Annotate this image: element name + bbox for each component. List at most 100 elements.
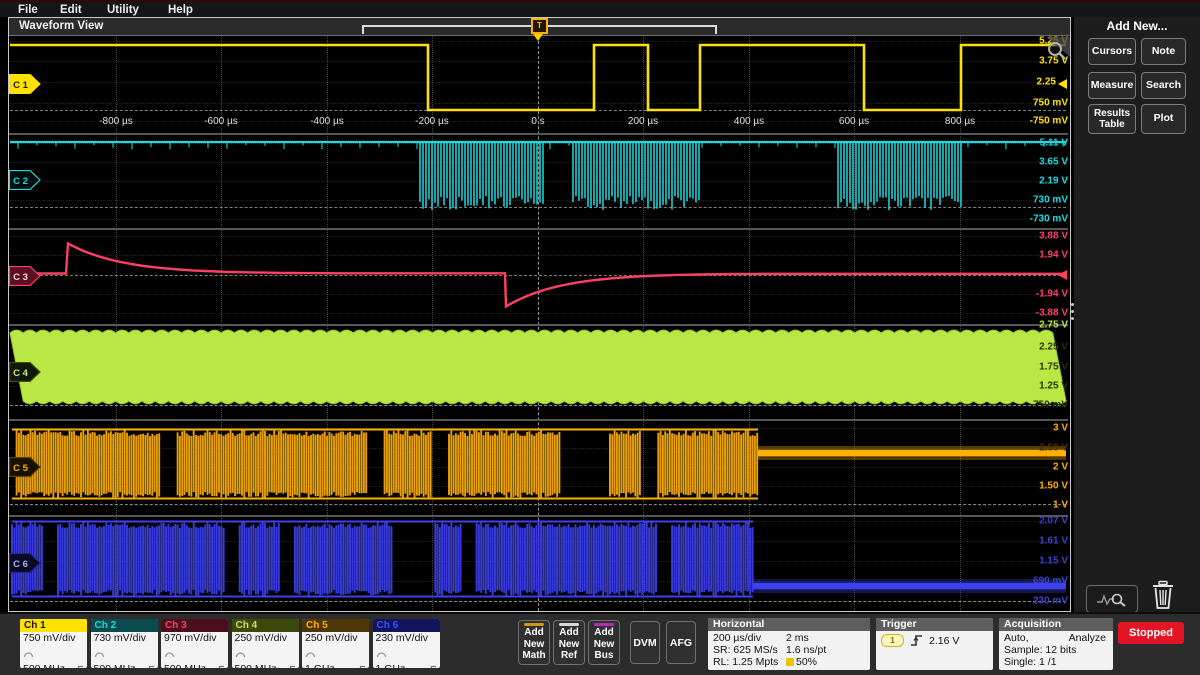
channel-position-marker[interactable]	[1058, 270, 1067, 280]
trigger-source-badge: 1	[881, 634, 904, 647]
afg-button[interactable]: AFG	[666, 621, 696, 664]
channel-card-4[interactable]: Ch 4250 mV/div500 MHz	[232, 619, 299, 668]
channel-card-3[interactable]: Ch 3970 mV/div 500 MHz	[161, 619, 228, 668]
slice-separator	[9, 419, 1068, 421]
add-new-math-button[interactable]: Add New Math	[518, 620, 550, 665]
horizontal-grid-dots	[10, 347, 1066, 348]
probe-icon	[235, 651, 246, 658]
channel-badge-c5[interactable]: C 5	[9, 457, 42, 482]
horizontal-grid-dots	[10, 162, 1066, 163]
bandwidth-limit-icon	[145, 665, 155, 669]
channel-bandwidth: 500 MHz	[94, 663, 136, 668]
axis-label-ch5: 1 V	[1053, 500, 1068, 511]
channel-card-5[interactable]: Ch 5250 mV/div1 GHz	[302, 619, 369, 668]
svg-text:C 6: C 6	[13, 559, 28, 570]
horizontal-grid-dots	[10, 486, 1066, 487]
axis-label-ch4: 750 mV	[1033, 400, 1068, 411]
add-new-ref-button[interactable]: Add New Ref	[553, 620, 585, 665]
trigger-panel[interactable]: Trigger 1 2.16 V	[876, 618, 993, 670]
horizontal-grid-dots	[10, 181, 1066, 182]
channel-badge-c2[interactable]: C 2	[9, 170, 42, 195]
channel-card-2[interactable]: Ch 2730 mV/div500 MHz	[91, 619, 158, 668]
svg-text:C 3: C 3	[13, 272, 28, 283]
axis-label-ch6: 690 mV	[1033, 576, 1068, 587]
svg-text:C 1: C 1	[13, 80, 29, 91]
menu-file[interactable]: File	[18, 4, 38, 16]
probe-icon	[376, 651, 387, 658]
add-measure-button[interactable]: Measure	[1088, 72, 1136, 99]
axis-label-ch1: 2.25	[1037, 77, 1056, 88]
add-note-button[interactable]: Note	[1141, 38, 1186, 65]
channel-badge-c4[interactable]: C 4	[9, 362, 42, 387]
horizontal-panel[interactable]: Horizontal 200 µs/div2 ms SR: 625 MS/s1.…	[708, 618, 870, 670]
axis-label-ch3: 3.88 V	[1039, 231, 1068, 242]
channel-card-title: Ch 3	[161, 619, 228, 632]
probe-icon	[94, 651, 105, 658]
horizontal-window: 2 ms	[786, 632, 809, 644]
bandwidth-limit-icon	[286, 665, 296, 669]
time-axis-label: -400 µs	[310, 116, 344, 127]
horizontal-grid-dots	[10, 294, 1066, 295]
add-cursors-button[interactable]: Cursors	[1088, 38, 1136, 65]
channel-scale: 970 mV/div	[164, 632, 225, 645]
channel-scale: 750 mV/div	[23, 632, 84, 645]
add-results-table-button[interactable]: Results Table	[1088, 104, 1136, 134]
horizontal-grid-dots	[10, 236, 1066, 237]
zoom-mode-button[interactable]	[1086, 585, 1138, 613]
acquisition-single: Single: 1 /1	[1004, 656, 1108, 668]
axis-label-ch4: 2.25 V	[1039, 342, 1068, 353]
channel-badge-c1[interactable]: C 1	[9, 74, 42, 99]
time-axis-label: -600 µs	[204, 116, 238, 127]
add-plot-button[interactable]: Plot	[1141, 104, 1186, 134]
channel-card-6[interactable]: Ch 6230 mV/div1 GHz	[373, 619, 440, 668]
channel-badge-c6[interactable]: C 6	[9, 553, 42, 578]
add-new-bus-button[interactable]: Add New Bus	[588, 620, 620, 665]
time-axis-label: 0 s	[531, 116, 544, 127]
menu-edit[interactable]: Edit	[60, 4, 82, 16]
reference-dashed-line	[10, 207, 1066, 208]
channel-scale: 730 mV/div	[94, 632, 155, 645]
horizontal-scale: 200 µs/div	[713, 632, 786, 644]
channel-card-1[interactable]: Ch 1750 mV/div500 MHz	[20, 619, 87, 668]
acquisition-analyze: Analyze	[1069, 632, 1106, 644]
horizontal-grid-dots	[10, 448, 1066, 449]
channel-scale: 250 mV/div	[305, 632, 366, 645]
horizontal-grid-dots	[10, 428, 1066, 429]
trigger-level: 2.16 V	[929, 635, 959, 647]
acquisition-panel[interactable]: Acquisition Auto,Analyze Sample: 12 bits…	[999, 618, 1113, 670]
horizontal-resolution: 1.6 ns/pt	[786, 644, 826, 656]
channel-bandwidth: 500 MHz	[23, 663, 65, 668]
horizontal-grid-dots	[10, 581, 1066, 582]
bandwidth-limit-icon	[356, 665, 366, 669]
dvm-button[interactable]: DVM	[630, 621, 660, 664]
channel-card-title: Ch 4	[232, 619, 299, 632]
menu-utility[interactable]: Utility	[107, 4, 139, 16]
menu-help[interactable]: Help	[168, 4, 193, 16]
axis-label-ch6: 2.07 V	[1039, 516, 1068, 527]
axis-label-ch6: 1.61 V	[1039, 536, 1068, 547]
channel-badge-c3[interactable]: C 3	[9, 266, 42, 291]
trash-icon[interactable]	[1150, 580, 1176, 610]
trigger-position-glyph	[786, 658, 794, 666]
run-stop-status-button[interactable]: Stopped	[1118, 622, 1184, 644]
add-search-button[interactable]: Search	[1141, 72, 1186, 99]
channel-bandwidth: 500 MHz	[164, 663, 206, 668]
time-axis-label: 600 µs	[839, 116, 869, 127]
svg-text:C 4: C 4	[13, 368, 29, 379]
axis-label-ch3: 1.94 V	[1039, 250, 1068, 261]
horizontal-grid-dots	[10, 541, 1066, 542]
probe-icon	[164, 651, 175, 658]
reference-dashed-line	[10, 405, 1066, 406]
channel-position-marker[interactable]	[1058, 79, 1067, 89]
acquisition-panel-title: Acquisition	[999, 618, 1113, 631]
horizontal-record-length: RL: 1.25 Mpts	[713, 656, 786, 668]
probe-icon	[23, 651, 34, 658]
zoom-waveform-icon	[1095, 590, 1129, 608]
trigger-position-indicator[interactable]: T	[531, 18, 548, 34]
bandwidth-limit-icon	[215, 665, 225, 669]
zoom-magnifier-icon[interactable]	[1042, 37, 1070, 61]
splitter-drag-handle[interactable]	[1071, 303, 1074, 320]
horizontal-grid-dots	[10, 386, 1066, 387]
horizontal-grid-dots	[10, 82, 1066, 83]
horizontal-grid-dots	[10, 561, 1066, 562]
